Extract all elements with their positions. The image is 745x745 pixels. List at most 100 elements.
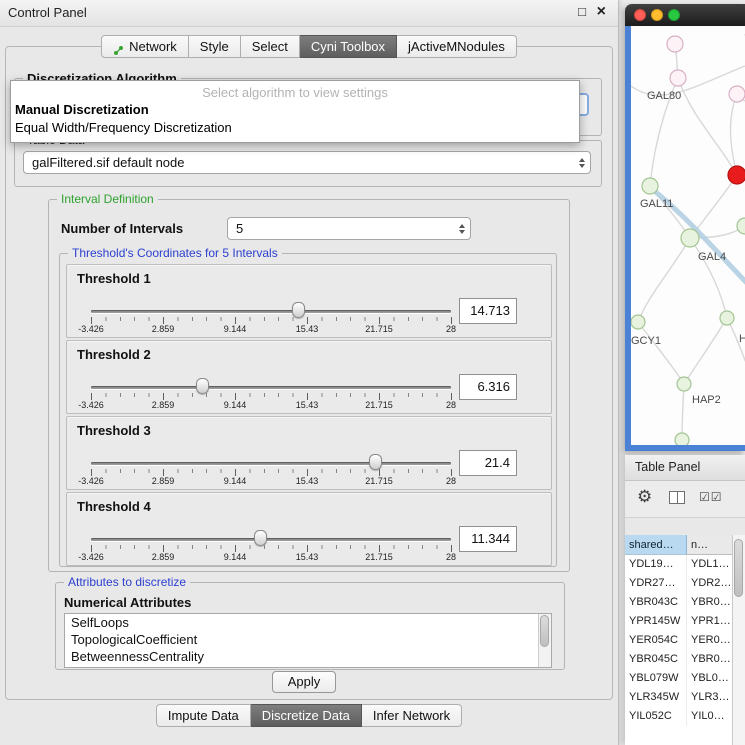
number-of-intervals-value: 5: [236, 218, 452, 239]
table-cell[interactable]: YDL19…: [625, 555, 687, 574]
tick-label: 15.43: [296, 476, 319, 486]
attribute-list-item[interactable]: SelfLoops: [65, 614, 551, 631]
table-row[interactable]: YPR145WYPR1…: [625, 612, 745, 631]
threshold-4-panel: Threshold 4 -3.4262.8599.14415.4321.7152…: [66, 492, 552, 566]
threshold-value-input[interactable]: 14.713: [459, 298, 517, 324]
threshold-slider-track[interactable]: [91, 462, 451, 465]
zoom-button[interactable]: [668, 9, 680, 21]
table-row[interactable]: YBR043CYBR0…: [625, 593, 745, 612]
network-node[interactable]: [631, 315, 645, 329]
table-row[interactable]: YDL19…YDL1…: [625, 555, 745, 574]
tab-label: Style: [200, 36, 229, 57]
network-node-label: GCY1: [631, 335, 661, 347]
dropdown-item-equal-width-frequency[interactable]: Equal Width/Frequency Discretization: [11, 119, 579, 137]
gear-icon[interactable]: ⚙: [637, 487, 652, 507]
thresholds-group: Threshold's Coordinates for 5 Intervals …: [59, 253, 557, 567]
tick-label: 2.859: [152, 476, 175, 486]
close-icon[interactable]: ×: [597, 3, 606, 21]
threshold-1-panel: Threshold 1 -3.4262.8599.14415.4321.7152…: [66, 264, 552, 338]
threshold-slider-thumb[interactable]: [292, 302, 305, 318]
table-cell[interactable]: YDR27…: [625, 574, 687, 593]
float-window-icon[interactable]: □: [578, 4, 586, 19]
close-button[interactable]: [634, 9, 646, 21]
table-row[interactable]: YDR27…YDR2…: [625, 574, 745, 593]
table-data-group: Table Data galFiltered.sif default node: [14, 140, 602, 187]
tick-label: 9.144: [224, 324, 247, 334]
tab-select[interactable]: Select: [241, 35, 300, 58]
network-node-label: H: [739, 333, 745, 345]
thresholds-group-label: Threshold's Coordinates for 5 Intervals: [68, 246, 282, 260]
scrollbar-thumb[interactable]: [540, 615, 549, 647]
threshold-slider-track[interactable]: [91, 538, 451, 541]
network-edge: [638, 238, 690, 322]
threshold-value-input[interactable]: 11.344: [459, 526, 517, 552]
table-cell[interactable]: YBL079W: [625, 669, 687, 688]
threshold-slider-track[interactable]: [91, 310, 451, 313]
table-row[interactable]: YBL079WYBL0…: [625, 669, 745, 688]
checkbox-icons[interactable]: ☑☑: [699, 490, 723, 504]
attribute-list-item[interactable]: TopologicalCoefficient: [65, 631, 551, 648]
network-node[interactable]: [720, 311, 734, 325]
tab-jactivemnodules[interactable]: jActiveMNodules: [397, 35, 517, 58]
network-node[interactable]: [667, 36, 683, 52]
threshold-slider-thumb[interactable]: [196, 378, 209, 394]
table-cell[interactable]: YBR043C: [625, 593, 687, 612]
control-panel-window: Control Panel □ × Network Style Select C…: [0, 0, 619, 745]
tab-label: Select: [252, 36, 288, 57]
threshold-value-input[interactable]: 6.316: [459, 374, 517, 400]
threshold-2-panel: Threshold 2 -3.4262.8599.14415.4321.7152…: [66, 340, 552, 414]
column-header-shared[interactable]: shared…: [625, 535, 687, 555]
table-row[interactable]: YBR045CYBR0…: [625, 650, 745, 669]
table-scrollbar[interactable]: [732, 535, 745, 745]
network-node[interactable]: [677, 377, 691, 391]
network-node[interactable]: [670, 70, 686, 86]
slider-ticks: [91, 393, 452, 400]
attribute-list-item[interactable]: BetweennessCentrality: [65, 648, 551, 665]
table-row[interactable]: YER054CYER0…: [625, 631, 745, 650]
tick-label: 21.715: [365, 552, 393, 562]
network-node[interactable]: [642, 178, 658, 194]
table-row[interactable]: YIL052CYIL0…: [625, 707, 745, 726]
scrollbar-thumb[interactable]: [734, 539, 743, 597]
table-row[interactable]: YLR345WYLR3…: [625, 688, 745, 707]
tab-label: Discretize Data: [262, 705, 350, 726]
table-cell[interactable]: YER054C: [625, 631, 687, 650]
table-cell[interactable]: YBR045C: [625, 650, 687, 669]
network-node[interactable]: [681, 229, 699, 247]
apply-button[interactable]: Apply: [272, 671, 336, 693]
network-canvas[interactable]: GAL80GAL11GAL4GCY1HHAP2: [631, 26, 745, 445]
attribute-list-items: SelfLoopsTopologicalCoefficientBetweenne…: [65, 614, 551, 665]
table-cell[interactable]: YLR345W: [625, 688, 687, 707]
network-node[interactable]: [729, 86, 745, 102]
network-node[interactable]: [737, 218, 745, 234]
table-header-row: shared… n…: [625, 535, 745, 555]
threshold-slider-thumb[interactable]: [369, 454, 382, 470]
network-node[interactable]: [728, 166, 745, 184]
number-of-intervals-select[interactable]: 5: [227, 217, 471, 240]
table-cell[interactable]: YPR145W: [625, 612, 687, 631]
columns-icon[interactable]: [669, 491, 685, 504]
tab-impute-data[interactable]: Impute Data: [156, 704, 251, 727]
network-node[interactable]: [675, 433, 689, 445]
threshold-value-input[interactable]: 21.4: [459, 450, 517, 476]
tab-discretize-data[interactable]: Discretize Data: [251, 704, 362, 727]
tick-label: -3.426: [78, 324, 104, 334]
table-data-select[interactable]: galFiltered.sif default node: [23, 151, 591, 174]
algorithm-dropdown: Select algorithm to view settings Manual…: [10, 80, 580, 143]
dropdown-item-manual-discretization[interactable]: Manual Discretization: [11, 101, 579, 119]
threshold-slider-track[interactable]: [91, 386, 451, 389]
tab-infer-network[interactable]: Infer Network: [362, 704, 462, 727]
network-window-titlebar: [625, 4, 745, 26]
tab-style[interactable]: Style: [189, 35, 241, 58]
minimize-button[interactable]: [651, 9, 663, 21]
list-scrollbar[interactable]: [538, 614, 551, 667]
tick-label: -3.426: [78, 552, 104, 562]
table-cell[interactable]: YIL052C: [625, 707, 687, 726]
threshold-slider-thumb[interactable]: [254, 530, 267, 546]
tab-cyni-toolbox[interactable]: Cyni Toolbox: [300, 35, 397, 58]
numerical-attributes-list[interactable]: SelfLoopsTopologicalCoefficientBetweenne…: [64, 613, 552, 668]
slider-ticks: [91, 469, 452, 476]
table-panel-toolbar: ⚙ ☑☑: [625, 481, 745, 518]
network-edge: [727, 318, 745, 408]
tab-network[interactable]: Network: [101, 35, 189, 58]
